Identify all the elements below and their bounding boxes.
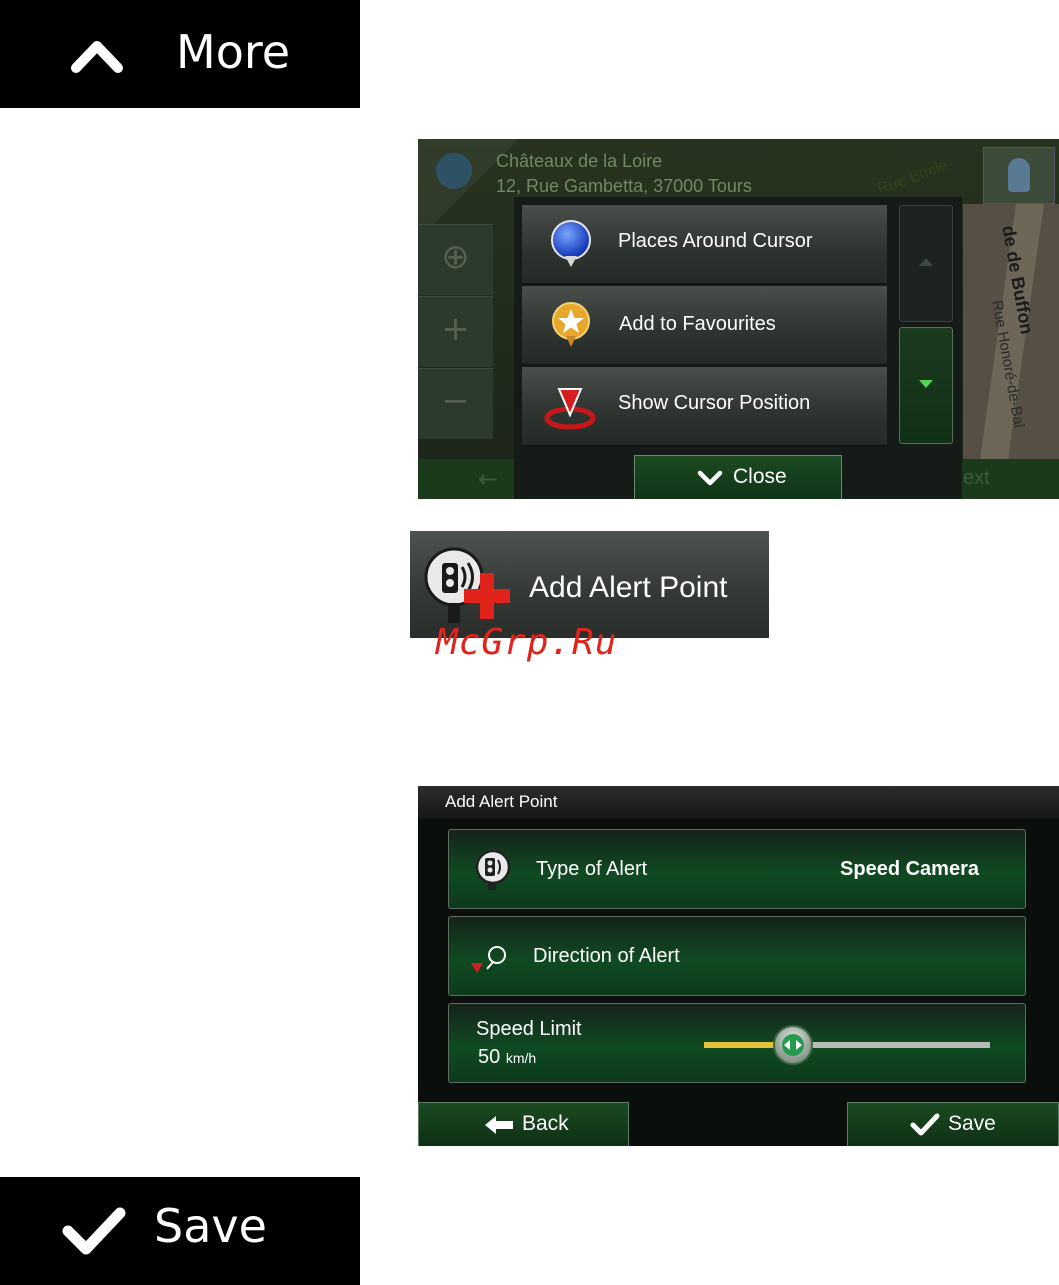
chevron-down-icon (697, 470, 723, 486)
menu-item-add-to-favourites[interactable]: Add to Favourites (522, 286, 887, 365)
menu-item-label: Show Cursor Position (618, 392, 811, 414)
map-screen: de de Buffon Rue Honoré-de-Bal Rue Emile… (418, 139, 1059, 499)
cursor-menu-popup: Places Around Cursor Add to Favourites S… (514, 197, 962, 499)
watermark: McGrp.Ru (436, 622, 618, 663)
checkmark-icon (910, 1113, 940, 1136)
checkmark-icon (62, 1207, 126, 1255)
zoom-out-button[interactable]: − (418, 368, 493, 439)
left-right-arrows-icon (781, 1034, 804, 1056)
star-pin-icon (552, 302, 590, 347)
menu-item-label: Add to Favourites (619, 313, 776, 335)
page-title: Add Alert Point (445, 792, 558, 811)
person-icon (1008, 158, 1030, 192)
menu-item-label: Places Around Cursor (618, 230, 813, 252)
save-button-small-label: Save (948, 1112, 996, 1135)
zoom-in-button[interactable]: + (418, 296, 493, 367)
more-button-label: More (176, 25, 291, 79)
back-button-label: Back (522, 1112, 569, 1135)
back-button[interactable]: Back (418, 1102, 629, 1146)
back-arrow-icon: ← (478, 465, 499, 493)
speed-limit-number: 50 (478, 1046, 501, 1068)
back-arrow-icon (485, 1116, 513, 1134)
direction-of-alert-row[interactable]: Direction of Alert (448, 916, 1026, 996)
direction-icon (471, 946, 506, 973)
type-of-alert-label: Type of Alert (536, 858, 648, 880)
save-button[interactable]: Save (0, 1177, 360, 1285)
user-position-button[interactable] (983, 147, 1055, 204)
cursor-target-icon (544, 388, 596, 430)
speed-limit-row: Speed Limit 50 km/h (448, 1003, 1026, 1083)
save-button-label: Save (154, 1199, 267, 1253)
plus-icon: + (441, 309, 470, 349)
scroll-down-button[interactable] (899, 327, 953, 444)
speed-limit-label: Speed Limit (476, 1018, 582, 1040)
map-visible-area: de de Buffon Rue Honoré-de-Bal (963, 204, 1059, 459)
more-button[interactable]: More (0, 0, 360, 108)
speed-slider-handle[interactable] (772, 1025, 813, 1065)
minus-icon: − (441, 381, 470, 421)
blue-pin-icon (551, 220, 591, 267)
next-label-fragment: ext (963, 467, 990, 489)
speed-slider-track[interactable] (792, 1042, 990, 1048)
menu-item-show-cursor-position[interactable]: Show Cursor Position (522, 367, 887, 446)
direction-of-alert-label: Direction of Alert (533, 945, 680, 967)
cursor-control-button[interactable]: ⊕ (418, 224, 493, 295)
scroll-up-button[interactable] (899, 205, 953, 322)
add-alert-point-label: Add Alert Point (529, 571, 728, 604)
close-button-label: Close (733, 465, 787, 488)
form-header: Add Alert Point (418, 786, 1059, 819)
location-pin-icon (436, 153, 472, 189)
chevron-up-icon (70, 36, 124, 78)
close-button[interactable]: Close (634, 455, 842, 499)
crosshair-icon: ⊕ (441, 237, 470, 277)
address-line-2: 12, Rue Gambetta, 37000 Tours (496, 176, 752, 196)
type-of-alert-value: Speed Camera (840, 858, 979, 880)
speed-limit-unit: km/h (505, 1050, 537, 1066)
type-of-alert-row[interactable]: Type of Alert Speed Camera (448, 829, 1026, 909)
speed-limit-value: 50 km/h (478, 1046, 536, 1069)
arrow-up-icon (919, 258, 933, 266)
address-line-1: Châteaux de la Loire (496, 151, 663, 171)
alert-form-screen: Add Alert Point Type of Alert Speed Came… (418, 786, 1059, 1146)
arrow-down-icon (919, 380, 933, 388)
speed-camera-add-icon (424, 547, 510, 623)
speed-camera-icon (475, 849, 511, 890)
menu-item-places-around-cursor[interactable]: Places Around Cursor (522, 205, 887, 284)
save-button-small[interactable]: Save (847, 1102, 1059, 1146)
